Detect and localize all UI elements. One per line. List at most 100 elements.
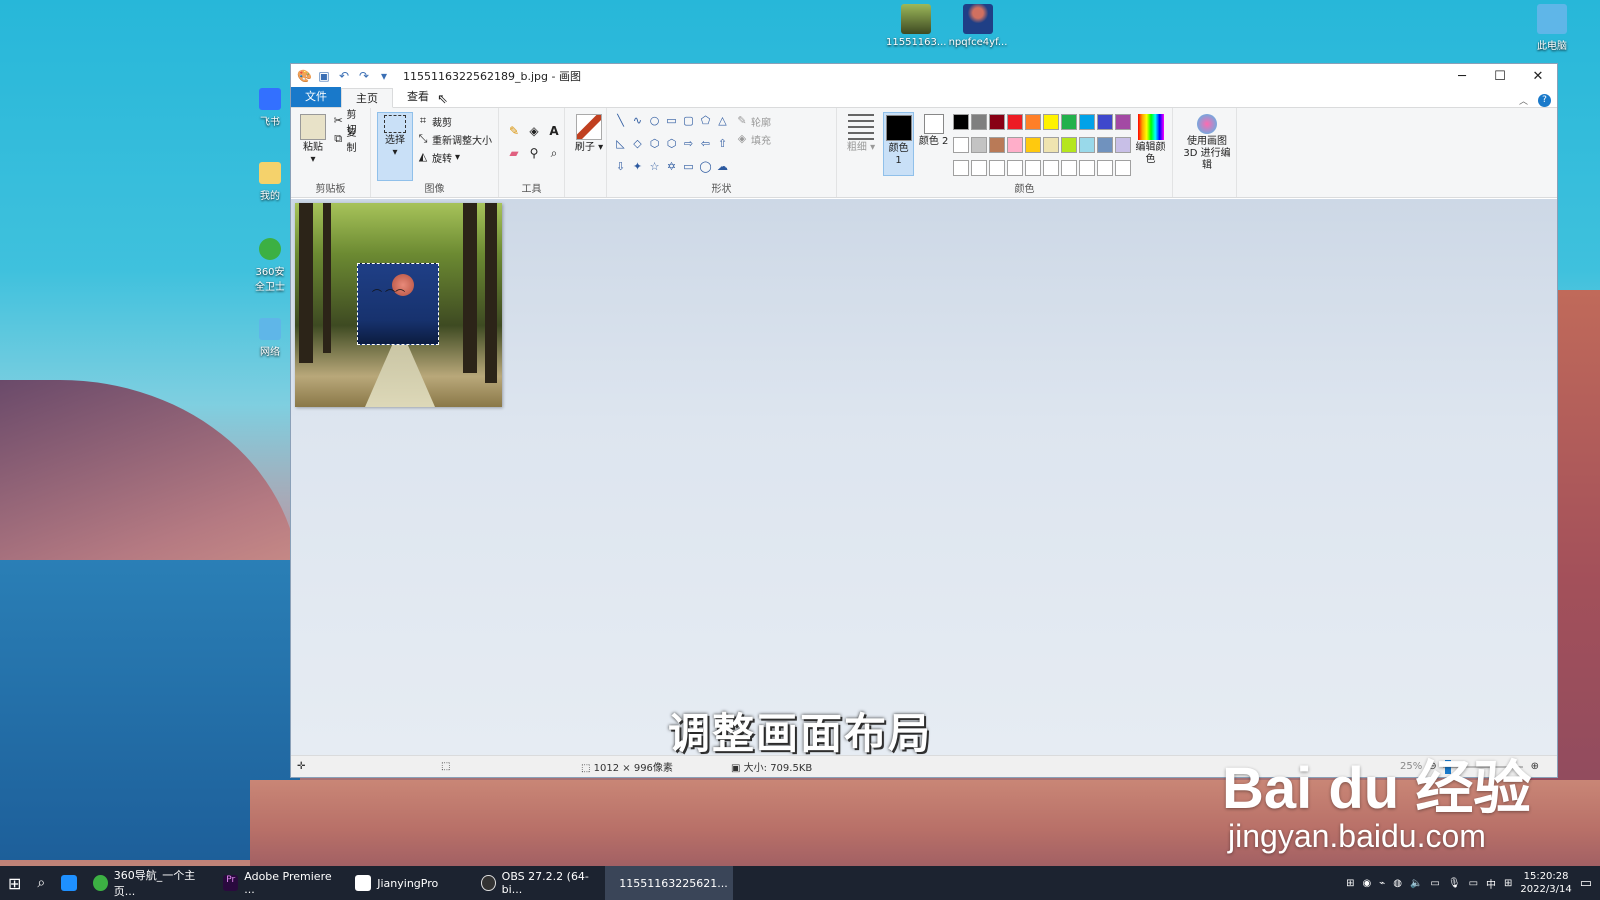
arrow-down-shape-icon[interactable]: ⇩ xyxy=(613,160,628,181)
display-icon[interactable]: ▭ xyxy=(1469,878,1478,889)
ime-indicator[interactable]: 中 xyxy=(1486,876,1496,891)
palette-swatch[interactable] xyxy=(1025,160,1042,176)
diamond-shape-icon[interactable]: ◇ xyxy=(630,137,645,158)
palette-swatch[interactable] xyxy=(1097,160,1114,176)
select-button[interactable]: 选择 ▾ xyxy=(377,112,413,181)
desktop-icon-image1[interactable]: 11551163... xyxy=(886,4,946,48)
taskbar-app-paint[interactable]: 11551163225621... xyxy=(605,866,734,900)
clock[interactable]: 15:20:28 2022/3/14 xyxy=(1520,870,1571,896)
tab-view[interactable]: 查看 xyxy=(393,87,443,107)
taskbar-app-jianying[interactable]: JianyingPro xyxy=(347,866,473,900)
palette-swatch[interactable] xyxy=(1097,114,1114,130)
star4-shape-icon[interactable]: ✦ xyxy=(630,160,645,181)
palette-swatch[interactable] xyxy=(1061,160,1078,176)
palette-swatch[interactable] xyxy=(1043,137,1060,153)
size-button[interactable]: 粗细 ▾ xyxy=(843,114,879,154)
palette-swatch[interactable] xyxy=(971,160,988,176)
task-view-button[interactable] xyxy=(53,866,85,900)
palette-swatch[interactable] xyxy=(971,137,988,153)
arrow-right-shape-icon[interactable]: ⇨ xyxy=(681,137,696,158)
palette-swatch[interactable] xyxy=(953,137,970,153)
palette-swatch[interactable] xyxy=(1007,137,1024,153)
minimize-button[interactable]: ─ xyxy=(1443,64,1481,88)
callout-rect-shape-icon[interactable]: ▭ xyxy=(681,160,696,181)
redo-icon[interactable]: ↷ xyxy=(357,69,371,83)
taskbar-app-premiere[interactable]: Pr Adobe Premiere ... xyxy=(215,866,347,900)
quick-access-dropdown-icon[interactable]: ▾ xyxy=(377,69,391,83)
paste-button[interactable]: 粘贴 ▾ xyxy=(297,112,329,181)
desktop-icon-this-pc[interactable]: 此电脑 xyxy=(1522,4,1582,52)
help-icon[interactable]: ? xyxy=(1538,94,1551,107)
eraser-icon[interactable]: ▰ xyxy=(505,146,523,161)
save-icon[interactable]: ▣ xyxy=(317,69,331,83)
palette-swatch[interactable] xyxy=(1043,114,1060,130)
outline-button[interactable]: ✎ 轮廓 xyxy=(736,112,771,130)
desktop-icon-feishu[interactable]: 飞书 xyxy=(252,88,288,128)
taskbar-app-obs[interactable]: OBS 27.2.2 (64-bi... xyxy=(473,866,605,900)
selection-box[interactable]: ⌒ ⌒⌒ xyxy=(357,263,439,345)
fill-button[interactable]: ◈ 填充 xyxy=(736,130,771,148)
zoom-in-button[interactable]: ⊕ xyxy=(1531,761,1539,772)
brush-button[interactable]: 刷子 ▾ xyxy=(571,114,607,154)
star5-shape-icon[interactable]: ☆ xyxy=(647,160,662,181)
palette-swatch[interactable] xyxy=(971,114,988,130)
tray-app-icon[interactable]: ◉ xyxy=(1362,878,1371,889)
palette-swatch[interactable] xyxy=(1115,137,1132,153)
callout-oval-shape-icon[interactable]: ◯ xyxy=(698,160,713,181)
palette-swatch[interactable] xyxy=(1025,114,1042,130)
fill-bucket-icon[interactable]: ◈ xyxy=(525,124,543,138)
line-shape-icon[interactable]: ╲ xyxy=(613,114,628,135)
desktop-icon-360[interactable]: 360安全卫士 xyxy=(252,238,288,293)
undo-icon[interactable]: ↶ xyxy=(337,69,351,83)
pentagon-shape-icon[interactable]: ⬡ xyxy=(647,137,662,158)
palette-swatch[interactable] xyxy=(1115,114,1132,130)
tab-file[interactable]: 文件 xyxy=(291,87,341,107)
start-button[interactable]: ⊞ xyxy=(0,866,29,900)
palette-swatch[interactable] xyxy=(1097,137,1114,153)
palette-swatch[interactable] xyxy=(1043,160,1060,176)
rounded-rect-shape-icon[interactable]: ▢ xyxy=(681,114,696,135)
palette-swatch[interactable] xyxy=(1007,160,1024,176)
canvas-image[interactable]: ⌒ ⌒⌒ xyxy=(295,203,502,407)
security-tray-icon[interactable]: ◍ xyxy=(1393,878,1402,889)
palette-swatch[interactable] xyxy=(1025,137,1042,153)
palette-swatch[interactable] xyxy=(1079,114,1096,130)
triangle-shape-icon[interactable]: △ xyxy=(715,114,730,135)
polygon-shape-icon[interactable]: ⬠ xyxy=(698,114,713,135)
oval-shape-icon[interactable]: ○ xyxy=(647,114,662,135)
resize-button[interactable]: ⤡ 重新调整大小 xyxy=(417,130,492,148)
color1-button[interactable]: 颜色 1 xyxy=(883,112,915,176)
microphone-icon[interactable]: 🎙 xyxy=(1448,878,1461,889)
edit-colors-button[interactable]: 编辑颜色 xyxy=(1135,112,1166,181)
copy-button[interactable]: ⧉ 复制 xyxy=(333,128,364,154)
maximize-button[interactable]: ☐ xyxy=(1481,64,1519,88)
notification-icon[interactable]: ▭ xyxy=(1580,876,1592,891)
keyboard-icon[interactable]: ⊞ xyxy=(1346,878,1354,889)
palette-swatch[interactable] xyxy=(1061,137,1078,153)
palette-swatch[interactable] xyxy=(1007,114,1024,130)
search-icon[interactable]: ⌕ xyxy=(29,866,53,900)
palette-swatch[interactable] xyxy=(989,114,1006,130)
rectangle-shape-icon[interactable]: ▭ xyxy=(664,114,679,135)
battery-icon[interactable]: ▭ xyxy=(1430,878,1439,889)
palette-swatch[interactable] xyxy=(1079,160,1096,176)
arrow-left-shape-icon[interactable]: ⇦ xyxy=(698,137,713,158)
desktop-icon-image2[interactable]: npqfce4yf... xyxy=(948,4,1008,48)
tab-home[interactable]: 主页 xyxy=(341,88,393,108)
close-button[interactable]: ✕ xyxy=(1519,64,1557,88)
right-triangle-shape-icon[interactable]: ◺ xyxy=(613,137,628,158)
desktop-icon-network[interactable]: 网络 xyxy=(252,318,288,358)
canvas-area[interactable]: ⌒ ⌒⌒ xyxy=(291,199,1557,755)
crop-button[interactable]: ⌗ 裁剪 xyxy=(417,112,492,130)
hexagon-shape-icon[interactable]: ⬡ xyxy=(664,137,679,158)
callout-cloud-shape-icon[interactable]: ☁ xyxy=(715,160,730,181)
desktop-icon-folder[interactable]: 我的 xyxy=(252,162,288,202)
palette-swatch[interactable] xyxy=(1061,114,1078,130)
palette-swatch[interactable] xyxy=(1079,137,1096,153)
text-icon[interactable]: A xyxy=(545,124,563,138)
color2-button[interactable]: 颜色 2 xyxy=(918,112,949,181)
star6-shape-icon[interactable]: ✡ xyxy=(664,160,679,181)
rotate-button[interactable]: ◭ 旋转 ▾ xyxy=(417,148,492,166)
arrow-up-shape-icon[interactable]: ⇧ xyxy=(715,137,730,158)
pencil-icon[interactable]: ✎ xyxy=(505,124,523,138)
